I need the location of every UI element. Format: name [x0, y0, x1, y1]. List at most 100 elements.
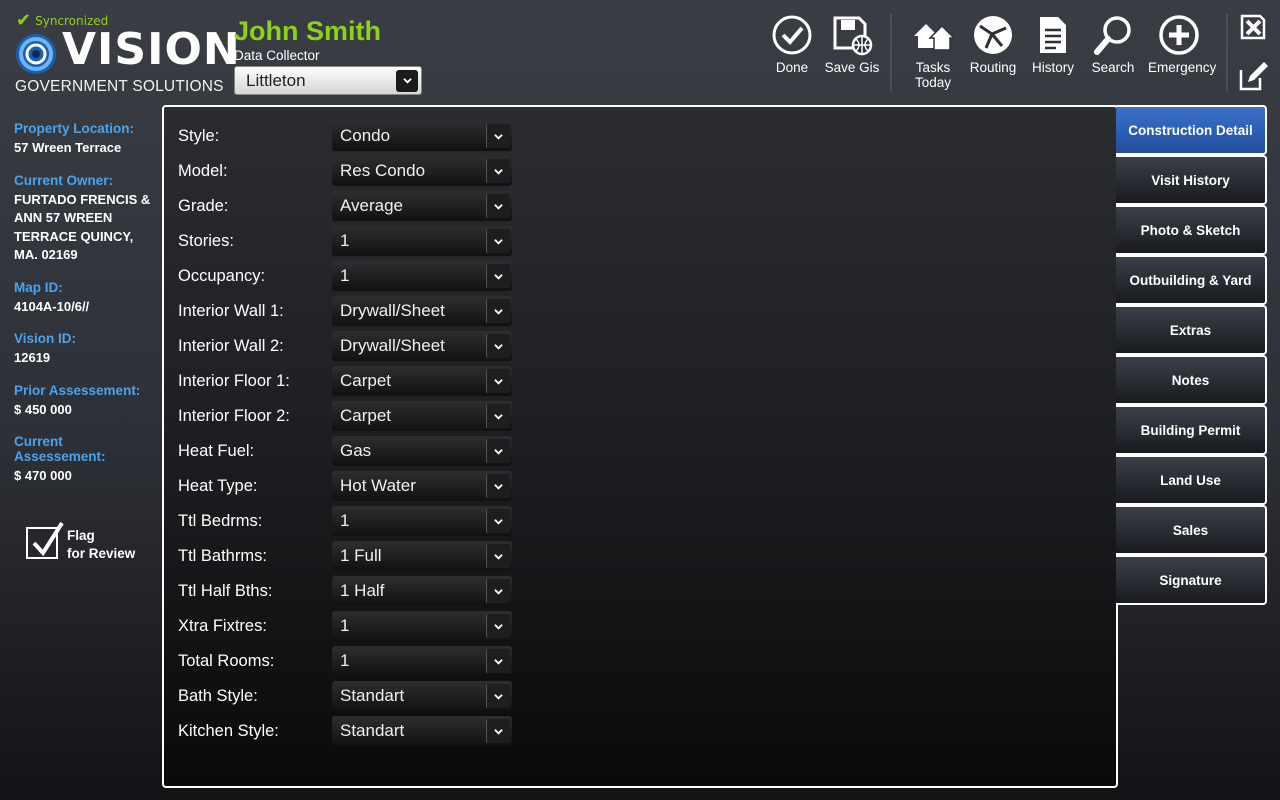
field-dropdown[interactable]: 1 Full: [332, 541, 512, 571]
field-dropdown[interactable]: 1: [332, 226, 512, 256]
current-assessment: $ 470 000: [14, 468, 72, 483]
chevron-down-icon[interactable]: [486, 684, 510, 708]
form-row: Stories: 1: [178, 226, 512, 256]
history-button[interactable]: History: [1022, 14, 1084, 75]
chevron-down-icon[interactable]: [486, 439, 510, 463]
field-label: Kitchen Style:: [178, 721, 279, 740]
field-dropdown[interactable]: 1: [332, 506, 512, 536]
history-label: History: [1031, 60, 1074, 75]
save-gis-icon: [833, 16, 873, 56]
routing-icon: [974, 16, 1012, 54]
field-dropdown[interactable]: Res Condo: [332, 156, 512, 186]
field-dropdown[interactable]: Drywall/Sheet: [332, 331, 512, 361]
chevron-down-icon[interactable]: [486, 404, 510, 428]
form-row: Total Rooms: 1: [178, 646, 512, 676]
tasks-today-label: Tasks Today: [914, 60, 952, 90]
field-dropdown[interactable]: Gas: [332, 436, 512, 466]
chevron-down-icon[interactable]: [486, 649, 510, 673]
field-dropdown[interactable]: Hot Water: [332, 471, 512, 501]
edit-icon[interactable]: [1238, 62, 1268, 92]
tasks-today-button[interactable]: Tasks Today: [902, 14, 964, 90]
field-value: 1 Half: [340, 581, 385, 600]
field-dropdown[interactable]: Carpet: [332, 366, 512, 396]
field-dropdown[interactable]: 1: [332, 611, 512, 641]
chevron-down-icon[interactable]: [486, 334, 510, 358]
tab-outbuilding-yard[interactable]: Outbuilding & Yard: [1116, 255, 1267, 305]
field-dropdown[interactable]: 1: [332, 646, 512, 676]
field-label: Occupancy:: [178, 266, 266, 285]
vision-logo: VISION GOVERNMENT SOLUTIONS: [14, 28, 240, 96]
routing-button[interactable]: Routing: [962, 14, 1024, 75]
chevron-down-icon[interactable]: [486, 614, 510, 638]
done-label: Done: [775, 60, 809, 75]
tasks-today-icon: [914, 24, 954, 51]
logo-subtitle: GOVERNMENT SOLUTIONS: [15, 78, 224, 95]
flag-for-review-checkbox[interactable]: Flag for Review: [26, 521, 136, 563]
field-label: Bath Style:: [178, 686, 258, 705]
construction-detail-panel: Style: Condo Model: Res Condo Grade: Average S…: [162, 105, 1118, 788]
chevron-down-icon[interactable]: [486, 229, 510, 253]
tab-land-use[interactable]: Land Use: [1116, 455, 1267, 505]
map-id: 4104A-10/6//: [14, 298, 90, 314]
tab-extras[interactable]: Extras: [1116, 305, 1267, 355]
field-label: Model:: [178, 161, 228, 180]
tab-notes[interactable]: Notes: [1116, 355, 1267, 405]
field-dropdown[interactable]: 1 Half: [332, 576, 512, 606]
emergency-label: Emergency: [1148, 60, 1217, 75]
field-label: Ttl Bathrms:: [178, 546, 267, 565]
chevron-down-icon[interactable]: [486, 264, 510, 288]
chevron-down-icon[interactable]: [486, 299, 510, 323]
town-select[interactable]: Littleton: [234, 66, 422, 95]
form-row: Kitchen Style: Standart: [178, 716, 512, 746]
field-value: Standart: [340, 686, 405, 705]
field-value: Hot Water: [340, 476, 416, 495]
close-icon[interactable]: [1238, 12, 1268, 42]
field-dropdown[interactable]: Standart: [332, 681, 512, 711]
current-assessment-label: Current Assessement:: [14, 434, 106, 464]
field-value: Gas: [340, 441, 372, 460]
current-owner-label: Current Owner:: [14, 172, 114, 188]
user-name: John Smith: [234, 16, 381, 46]
tab-visit-history[interactable]: Visit History: [1116, 155, 1267, 205]
field-value: 1: [340, 616, 350, 635]
chevron-down-icon[interactable]: [486, 159, 510, 183]
field-dropdown[interactable]: Condo: [332, 121, 512, 151]
form-row: Xtra Fixtres: 1: [178, 611, 512, 641]
field-label: Interior Wall 2:: [178, 336, 284, 355]
done-button[interactable]: Done: [761, 14, 823, 75]
field-dropdown[interactable]: Standart: [332, 716, 512, 746]
field-dropdown[interactable]: 1: [332, 261, 512, 291]
flag-for-review-label: Flag for Review: [67, 528, 136, 561]
tab-signature[interactable]: Signature: [1116, 555, 1267, 605]
form-row: Occupancy: 1: [178, 261, 512, 291]
tab-construction-detail[interactable]: Construction Detail: [1116, 105, 1267, 155]
form-row: Heat Type: Hot Water: [178, 471, 512, 501]
tab-photo-sketch[interactable]: Photo & Sketch: [1116, 205, 1267, 255]
chevron-down-icon[interactable]: [486, 194, 510, 218]
chevron-down-icon[interactable]: [396, 69, 418, 92]
chevron-down-icon[interactable]: [486, 544, 510, 568]
field-dropdown[interactable]: Average: [332, 191, 512, 221]
tab-building-permit[interactable]: Building Permit: [1116, 405, 1267, 455]
user-role: Data Collector: [234, 48, 320, 63]
field-label: Heat Fuel:: [178, 441, 255, 460]
chevron-down-icon[interactable]: [486, 719, 510, 743]
field-value: Drywall/Sheet: [340, 301, 445, 320]
save-gis-label: Save Gis: [824, 60, 880, 75]
save-gis-button[interactable]: Save Gis: [821, 14, 883, 75]
chevron-down-icon[interactable]: [486, 369, 510, 393]
checkbox-checked-icon[interactable]: [26, 521, 64, 559]
field-value: Drywall/Sheet: [340, 336, 445, 355]
chevron-down-icon[interactable]: [486, 124, 510, 148]
chevron-down-icon[interactable]: [486, 474, 510, 498]
property-location-label: Property Location:: [14, 121, 135, 136]
emergency-button[interactable]: Emergency: [1148, 14, 1216, 75]
chevron-down-icon[interactable]: [486, 509, 510, 533]
field-dropdown[interactable]: Carpet: [332, 401, 512, 431]
tab-sales[interactable]: Sales: [1116, 505, 1267, 555]
vision-id: 12619: [14, 350, 51, 365]
chevron-down-icon[interactable]: [486, 579, 510, 603]
form-row: Interior Wall 2: Drywall/Sheet: [178, 331, 512, 361]
search-button[interactable]: Search: [1082, 14, 1144, 75]
field-dropdown[interactable]: Drywall/Sheet: [332, 296, 512, 326]
